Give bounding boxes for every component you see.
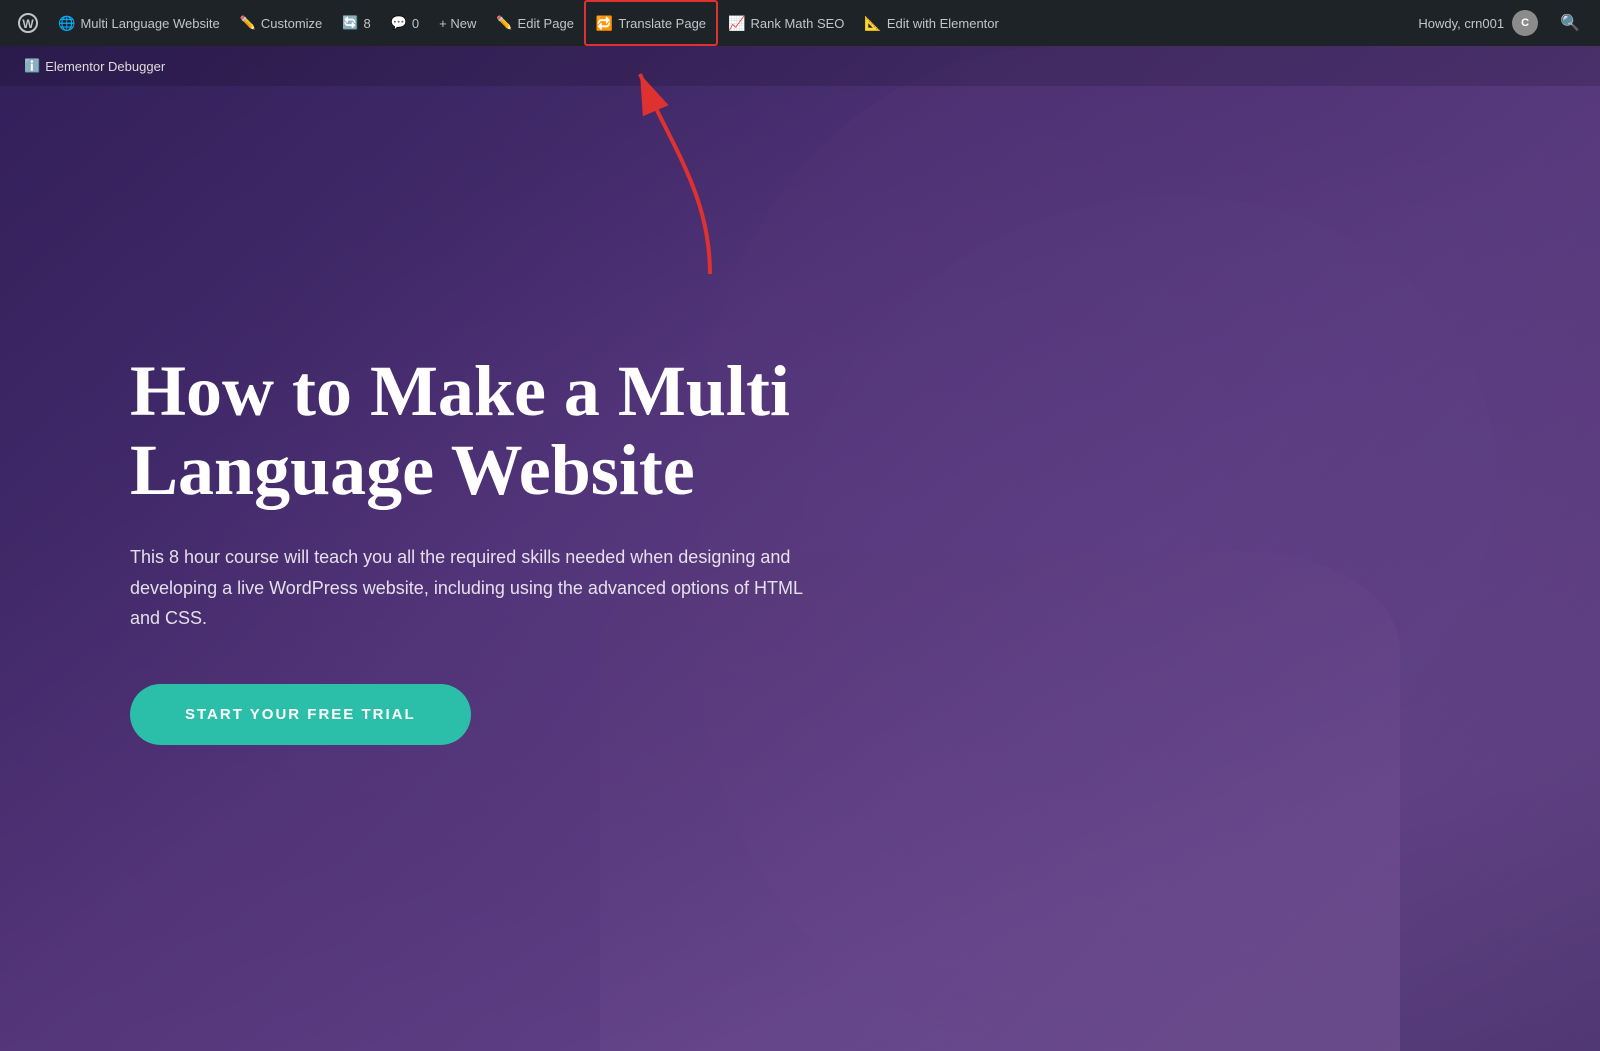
sub-admin-bar: ℹ️ Elementor Debugger [0,46,1600,86]
cta-button[interactable]: START YOUR FREE TRIAL [130,684,471,745]
translate-page-button[interactable]: 🔁 Translate Page [584,0,718,46]
site-name-label: Multi Language Website [80,16,219,31]
search-button[interactable]: 🔍 [1548,0,1592,46]
revisions-count: 8 [363,16,370,31]
comments-button[interactable]: 💬 0 [381,0,429,46]
hero-title: How to Make a Multi Language Website [130,352,830,510]
revisions-icon: 🔄 [342,15,358,31]
search-icon: 🔍 [1560,13,1580,33]
howdy-section[interactable]: Howdy, crn001 C [1408,10,1548,36]
elementor-icon: 📐 [864,15,881,32]
rank-math-icon: 📈 [728,15,745,32]
debugger-label: Elementor Debugger [45,59,165,74]
comments-count: 0 [412,16,419,31]
hero-subtitle: This 8 hour course will teach you all th… [130,542,810,634]
new-content-label: + New [439,16,476,31]
howdy-label: Howdy, crn001 [1418,16,1504,31]
info-icon: ℹ️ [24,58,40,74]
edit-icon: ✏️ [496,15,512,31]
customize-button[interactable]: ✏️ Customize [230,0,333,46]
wp-logo-button[interactable]: W [8,0,48,46]
admin-bar: W 🌐 Multi Language Website ✏️ Customize … [0,0,1600,46]
translate-page-label: Translate Page [618,16,706,31]
translate-icon: 🔁 [596,15,613,32]
comments-icon: 💬 [391,15,407,31]
admin-bar-right: Howdy, crn001 C 🔍 [1408,0,1592,46]
customize-label: Customize [261,16,322,31]
site-name-button[interactable]: 🌐 Multi Language Website [48,0,230,46]
hero-content: How to Make a Multi Language Website Thi… [0,46,1600,1051]
rank-math-label: Rank Math SEO [750,16,844,31]
edit-page-button[interactable]: ✏️ Edit Page [486,0,584,46]
avatar: C [1512,10,1538,36]
edit-elementor-button[interactable]: 📐 Edit with Elementor [854,0,1008,46]
main-content: ℹ️ Elementor Debugger How to Make a Mult… [0,0,1600,1051]
svg-text:W: W [22,17,34,31]
customize-icon: ✏️ [240,15,256,31]
new-content-button[interactable]: + New [429,0,486,46]
revisions-button[interactable]: 🔄 8 [332,0,380,46]
elementor-debugger-button[interactable]: ℹ️ Elementor Debugger [14,46,175,86]
multisite-icon: 🌐 [58,15,75,32]
edit-page-label: Edit Page [518,16,574,31]
rank-math-button[interactable]: 📈 Rank Math SEO [718,0,854,46]
edit-elementor-label: Edit with Elementor [887,16,999,31]
